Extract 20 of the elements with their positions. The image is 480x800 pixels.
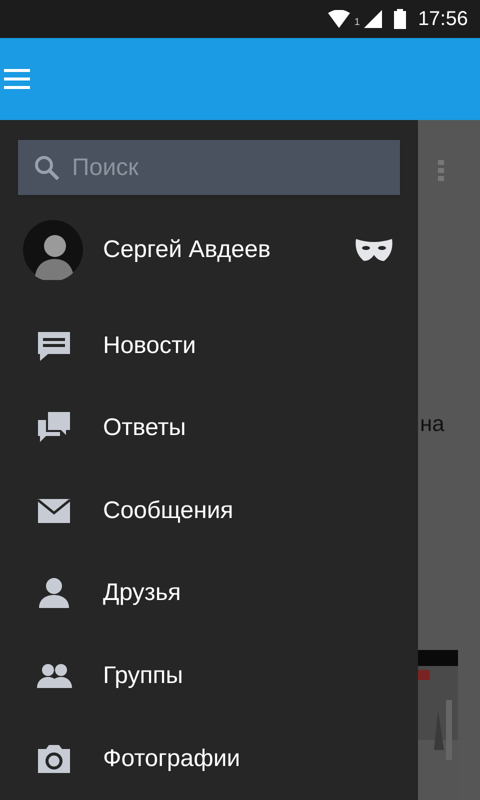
drawer-item[interactable]: Фотографии	[0, 717, 418, 800]
search-icon	[34, 155, 60, 181]
profile-row[interactable]: Сергей Авдеев	[0, 195, 418, 304]
signal-icon	[364, 10, 382, 28]
more-icon[interactable]	[438, 160, 444, 182]
search-field[interactable]: Поиск	[18, 140, 400, 196]
profile-name: Сергей Авдеев	[103, 234, 272, 265]
wifi-icon	[328, 10, 350, 28]
drawer-item[interactable]: Сообщения	[0, 470, 418, 552]
menu-icon	[4, 69, 30, 89]
clock: 17:56	[418, 7, 468, 32]
mask-icon[interactable]	[354, 236, 394, 263]
avatar	[23, 220, 83, 280]
drawer-item[interactable]: Друзья	[0, 552, 418, 635]
sim-number: 1	[354, 16, 360, 30]
battery-icon	[394, 9, 406, 29]
drawer-item[interactable]: Новости	[0, 304, 418, 387]
drawer-item[interactable]: Ответы	[0, 386, 418, 470]
drawer-item[interactable]: Группы	[0, 634, 418, 718]
article-text: на	[420, 410, 446, 438]
